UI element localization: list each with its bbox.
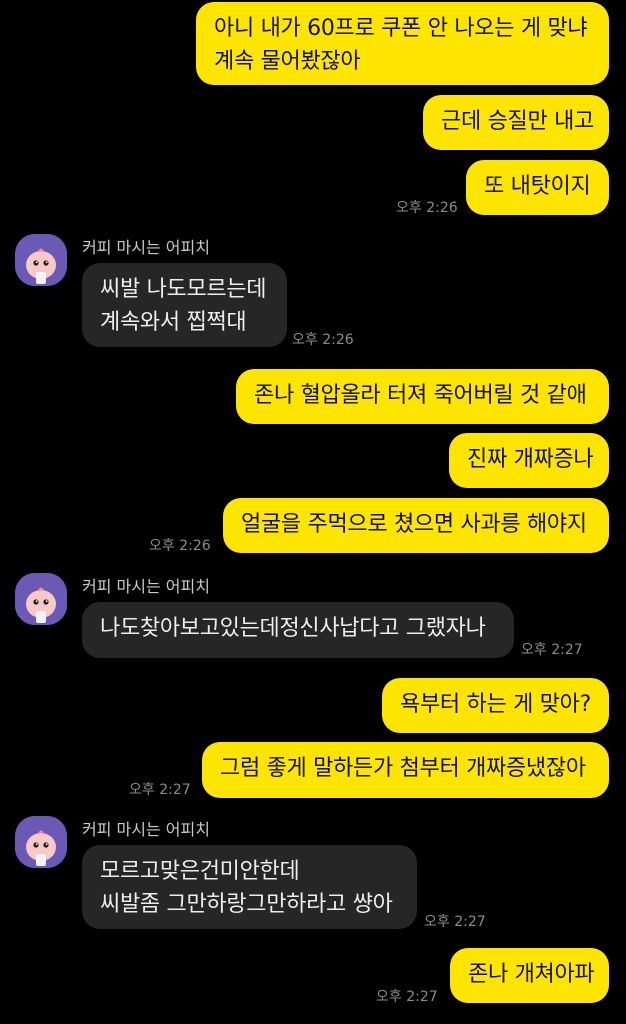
apeach-avatar-icon [15,234,67,286]
my-message-bubble[interactable]: 욕부터 하는 게 맞아? [382,678,609,733]
their-message-bubble[interactable]: 나도찾아보고있는데정신사납다고 그랬자나 [82,602,514,658]
sender-avatar[interactable] [15,234,67,286]
their-message-bubble[interactable]: 씨발 나도모르는데 계속와서 찝쩍대 [82,263,287,347]
message-timestamp: 오후 2:27 [129,782,191,798]
message-timestamp: 오후 2:26 [292,332,354,348]
apeach-avatar-icon [15,816,67,868]
my-message-bubble[interactable]: 존나 혈압올라 터져 죽어버릴 것 같애 [236,369,609,424]
their-message-bubble[interactable]: 모르고맞은건미안한데 씨발좀 그만하랑그만하라고 썅아 [82,845,417,929]
message-timestamp: 오후 2:26 [149,538,211,554]
sender-name: 커피 마시는 어피치 [82,820,210,839]
my-message-bubble[interactable]: 아니 내가 60프로 쿠폰 안 나오는 게 맞냐 계속 물어봤잖아 [196,2,609,85]
apeach-avatar-icon [15,573,67,625]
my-message-bubble[interactable]: 또 내탓이지 [466,160,609,215]
my-message-bubble[interactable]: 얼굴을 주먹으로 쳤으면 사과릉 해야지 [223,498,609,553]
message-timestamp: 오후 2:26 [396,200,458,216]
message-timestamp: 오후 2:27 [424,914,486,930]
sender-avatar[interactable] [15,573,67,625]
my-message-bubble[interactable]: 진짜 개짜증나 [449,433,609,488]
sender-name: 커피 마시는 어피치 [82,238,210,257]
message-timestamp: 오후 2:27 [521,642,583,658]
sender-name: 커피 마시는 어피치 [82,577,210,596]
sender-avatar[interactable] [15,816,67,868]
my-message-bubble[interactable]: 근데 승질만 내고 [423,95,609,150]
my-message-bubble[interactable]: 존나 개쳐아파 [450,948,609,1003]
message-timestamp: 오후 2:27 [376,989,438,1005]
my-message-bubble[interactable]: 그럼 좋게 말하든가 첨부터 개짜증냈잖아 [202,742,609,798]
